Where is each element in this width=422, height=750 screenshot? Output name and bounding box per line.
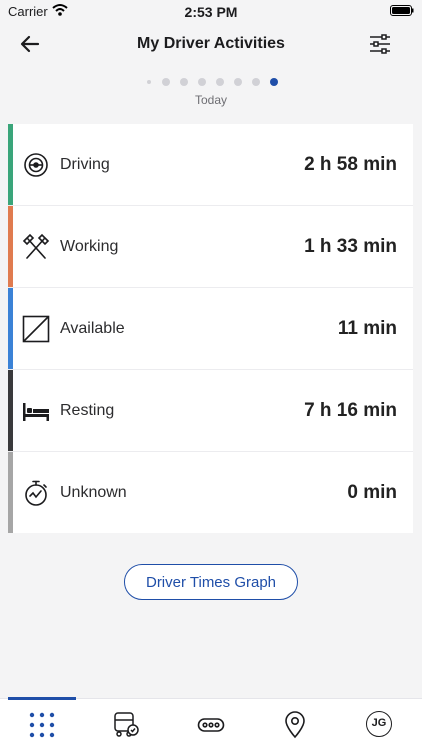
battery-icon: [390, 5, 414, 16]
activity-row-driving[interactable]: Driving 2 h 58 min: [8, 124, 413, 206]
pager-dot[interactable]: [162, 78, 170, 86]
activity-duration: 1 h 33 min: [304, 236, 397, 257]
location-pin-icon[interactable]: [281, 711, 309, 739]
activity-row-resting[interactable]: Resting 7 h 16 min: [8, 370, 413, 452]
status-time: 2:53 PM: [184, 4, 238, 20]
activity-duration: 7 h 16 min: [304, 400, 397, 421]
activity-label: Available: [60, 320, 125, 337]
nav-header: My Driver Activities: [0, 24, 422, 66]
activity-row-available[interactable]: Available 11 min: [8, 288, 413, 370]
vehicle-check-icon[interactable]: [112, 711, 140, 739]
activity-duration: 11 min: [337, 318, 397, 339]
pager-dot-active[interactable]: [270, 78, 278, 86]
activity-label: Working: [60, 238, 119, 255]
filter-sliders-icon[interactable]: [368, 32, 392, 56]
pager-dot[interactable]: [216, 78, 224, 86]
activity-label: Unknown: [60, 484, 127, 501]
status-bar: Carrier 2:53 PM: [0, 0, 422, 24]
bed-icon: [23, 403, 49, 421]
pager-dot[interactable]: [147, 80, 151, 84]
pager-dot[interactable]: [180, 78, 188, 86]
activity-row-working[interactable]: Working 1 h 33 min: [8, 206, 413, 288]
active-tab-indicator: [8, 697, 76, 700]
activity-color-bar: [8, 370, 13, 451]
avatar[interactable]: JG: [366, 711, 392, 737]
activity-duration: 2 h 58 min: [304, 154, 397, 175]
page-title: My Driver Activities: [137, 35, 285, 52]
pager-label: Today: [194, 93, 228, 107]
crossed-hammers-icon: [22, 233, 50, 259]
activity-color-bar: [8, 124, 13, 205]
messages-icon[interactable]: [197, 711, 225, 739]
activity-list: Driving 2 h 58 min Working 1 h 33 min Av…: [8, 124, 413, 533]
avatar-initials: JG: [371, 717, 387, 729]
tab-bar: JG: [0, 697, 422, 750]
activity-color-bar: [8, 452, 13, 533]
day-pager[interactable]: [0, 76, 422, 86]
activity-label: Driving: [60, 156, 110, 173]
driver-times-graph-button[interactable]: Driver Times Graph: [124, 564, 298, 600]
pager-dot[interactable]: [252, 78, 260, 86]
activity-color-bar: [8, 206, 13, 287]
steering-wheel-icon: [24, 153, 48, 177]
activity-color-bar: [8, 288, 13, 369]
activity-row-unknown[interactable]: Unknown 0 min: [8, 452, 413, 533]
grid-dots-icon[interactable]: [28, 711, 56, 739]
available-box-icon: [22, 315, 50, 343]
stopwatch-icon: [25, 480, 47, 506]
activity-label: Resting: [60, 402, 115, 419]
pager-dot[interactable]: [198, 78, 206, 86]
pager-dot[interactable]: [234, 78, 242, 86]
activity-duration: 0 min: [347, 482, 397, 503]
